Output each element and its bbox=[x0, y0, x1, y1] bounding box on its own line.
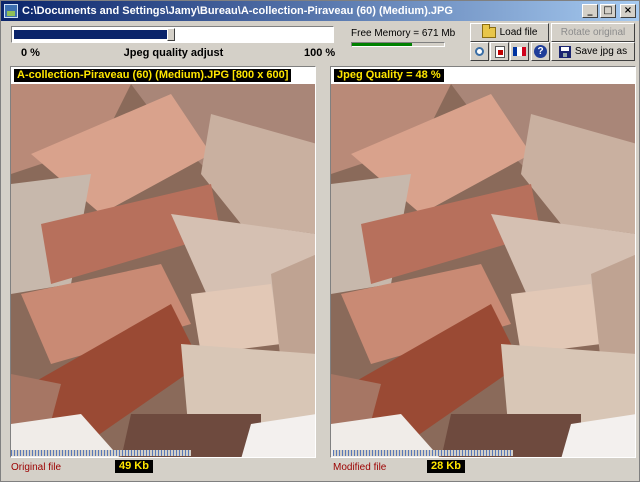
maximize-button[interactable]: □ bbox=[600, 4, 616, 18]
modified-file-label: Modified file bbox=[333, 462, 387, 473]
preview-icon bbox=[475, 47, 484, 56]
title-bar[interactable]: C:\Documents and Settings\Jamy\Bureau\A-… bbox=[1, 1, 639, 21]
minimize-button[interactable]: _ bbox=[582, 4, 598, 18]
floppy-disk-icon bbox=[558, 45, 571, 58]
slider-max-label: 100 % bbox=[304, 47, 336, 59]
modified-image bbox=[331, 84, 635, 457]
original-image-panel: A-collection-Piraveau (60) (Medium).JPG … bbox=[10, 66, 316, 458]
modified-size-badge: 28 Kb bbox=[427, 460, 465, 473]
folder-icon bbox=[481, 24, 496, 38]
load-file-button[interactable]: Load file bbox=[470, 23, 549, 42]
document-icon bbox=[494, 45, 505, 58]
close-button[interactable]: × bbox=[620, 4, 636, 18]
document-button[interactable] bbox=[490, 42, 509, 61]
modified-image-panel: Jpeg Quality = 48 % bbox=[330, 66, 636, 458]
original-file-label: Original file bbox=[11, 462, 62, 473]
help-button[interactable]: ? bbox=[531, 42, 550, 61]
slider-thumb[interactable] bbox=[167, 28, 175, 41]
memory-bar-fill bbox=[352, 43, 412, 46]
load-file-label: Load file bbox=[499, 27, 538, 38]
save-jpg-button[interactable]: Save jpg as bbox=[551, 42, 635, 61]
rotate-original-label: Rotate original bbox=[560, 27, 626, 38]
language-button[interactable] bbox=[510, 42, 529, 61]
original-size-badge: 49 Kb bbox=[115, 460, 153, 473]
original-caption: A-collection-Piraveau (60) (Medium).JPG … bbox=[14, 69, 292, 82]
french-flag-icon bbox=[513, 47, 526, 56]
modified-scale-ruler bbox=[333, 450, 513, 456]
slider-title: Jpeg quality adjust bbox=[123, 47, 224, 59]
original-scale-ruler bbox=[11, 450, 191, 456]
app-icon bbox=[4, 4, 18, 18]
window-title: C:\Documents and Settings\Jamy\Bureau\A-… bbox=[22, 5, 453, 17]
memory-bar bbox=[351, 42, 445, 47]
modified-caption: Jpeg Quality = 48 % bbox=[334, 69, 444, 82]
preview-button[interactable] bbox=[470, 42, 489, 61]
help-icon: ? bbox=[534, 45, 547, 58]
app-window: C:\Documents and Settings\Jamy\Bureau\A-… bbox=[0, 0, 640, 482]
save-jpg-label: Save jpg as bbox=[574, 46, 628, 57]
original-image bbox=[11, 84, 315, 457]
rotate-original-button[interactable]: Rotate original bbox=[551, 23, 635, 42]
quality-slider[interactable] bbox=[11, 26, 334, 43]
free-memory-label: Free Memory = 671 Mb bbox=[351, 28, 456, 39]
slider-fill bbox=[14, 30, 168, 39]
